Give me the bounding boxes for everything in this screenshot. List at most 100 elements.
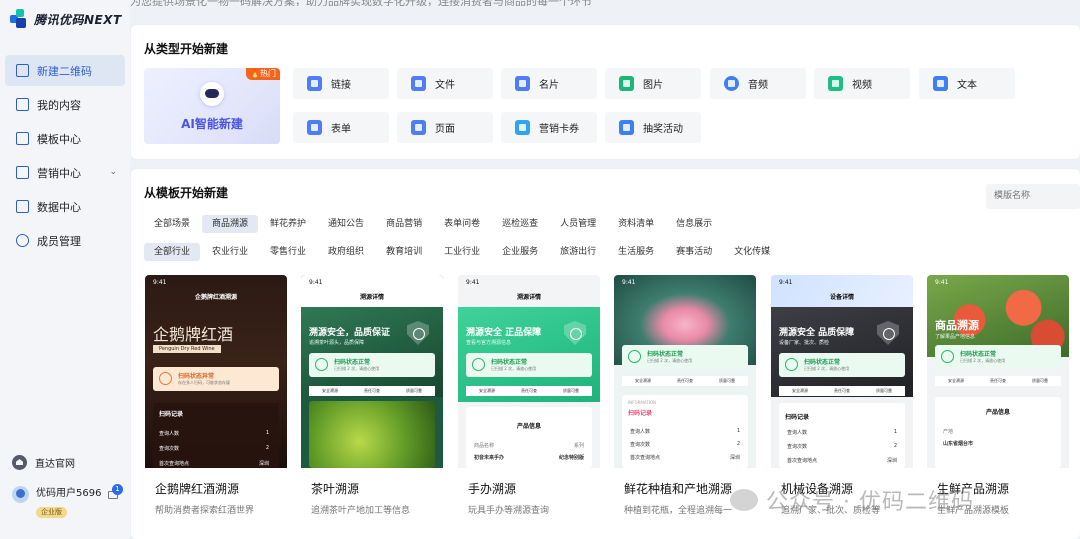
status-text: 扫码状态正常 [334,359,371,366]
template-card-figure[interactable]: 9:41 溯源详情 溯源安全 正品保障 查看与官方溯源信息 扫码状态正常 已扫描… [458,275,600,527]
record-row: 查询人数 1 [630,428,740,435]
template-info: 手办溯源 玩具手办等溯源查询 [458,468,600,527]
hero-subtitle: 了解果品产地信息 [935,334,976,340]
type-image-button[interactable]: 图片 [605,68,701,99]
scene-tab[interactable]: 全部场景 [144,215,200,233]
scene-tab[interactable]: 表单问卷 [434,215,490,233]
info-row: 商品名称 系列 [474,443,584,449]
scene-tab[interactable]: 资料清单 [608,215,664,233]
scene-tab[interactable]: 鲜花养护 [260,215,316,233]
industry-tab[interactable]: 文化传媒 [724,243,780,261]
sidebar-item-label: 数据中心 [37,200,81,214]
industry-tab[interactable]: 全部行业 [144,243,201,261]
industry-tab[interactable]: 零售行业 [260,243,316,261]
template-info: 鲜花种植和产地溯源 种植到花瓶，全程追溯每一 [614,468,756,527]
scene-tab[interactable]: 人员管理 [550,215,606,233]
template-desc: 生鲜产品溯源模板 [937,506,1010,516]
sidebar-item-marketing-center[interactable]: 营销中心 ⌄ [5,157,125,188]
industry-tab[interactable]: 生活服务 [608,243,664,261]
template-desc: 追溯厂家、批次、质检等 [781,506,881,516]
qrcode-grid-icon [16,64,29,77]
template-info: 茶叶溯源 追溯茶叶产地加工等信息 [301,468,443,527]
status-sub: 已扫描 2 次，请放心使用 [334,366,380,371]
hero-subtitle: 追溯茶叶源头，品质保障 [309,340,365,346]
template-desc: 玩具手办等溯源查询 [468,506,550,516]
page-icon [411,120,426,135]
industry-tab[interactable]: 企业服务 [492,243,548,261]
type-label: 表单 [331,124,351,135]
type-form-button[interactable]: 表单 [293,112,389,143]
logo-icon [10,9,30,29]
type-lottery-button[interactable]: 抽奖活动 [605,112,701,143]
template-info: 机械设备溯源 追溯厂家、批次、质检等 [771,468,913,527]
record-row: 查询次数 2 [630,441,740,448]
scene-tab[interactable]: 商品溯源 [202,215,259,233]
logo[interactable]: 腾讯优码NEXT [10,9,122,29]
create-from-type-panel: 从类型开始新建 🔥热门 AI智能新建 链接 文件 名片 图片 音频 视频 文本 … [131,25,1080,159]
hero-title: 商品溯源 [935,319,979,332]
industry-tab[interactable]: 教育培训 [376,243,432,261]
template-search-input[interactable] [986,184,1080,209]
status-box: 扫码状态正常 已扫描 2 次，请放心使用 [466,353,592,377]
status-text: 扫码状态正常 [804,359,841,366]
ai-create-card[interactable]: 🔥热门 AI智能新建 [144,68,280,144]
sidebar-item-new-qrcode[interactable]: 新建二维码 [5,55,125,86]
type-text-button[interactable]: 文本 [919,68,1015,99]
logo-text: 腾讯优码NEXT [34,12,122,27]
industry-tab[interactable]: 赛事活动 [666,243,722,261]
check-circle-icon [785,358,798,371]
scene-tab[interactable]: 信息展示 [666,215,722,233]
sidebar-item-member-management[interactable]: 成员管理 [5,225,125,256]
industry-tab[interactable]: 旅游出行 [550,243,606,261]
template-card-machinery[interactable]: 9:41 设备详情 溯源安全 品质保障 设备厂家、批次、质检 扫码状态正常 已扫… [771,275,913,527]
robot-icon [200,82,224,106]
check-row: 安全溯源 责任可查 质量可靠 [779,386,905,396]
record-row: 查询人数 1 [159,430,269,437]
link-icon [307,76,322,91]
info-row: 产地 [943,429,954,435]
phone-nav-title: 溯源详情 [301,289,443,307]
sidebar-item-data-center[interactable]: 数据中心 [5,191,125,222]
type-audio-button[interactable]: 音频 [710,68,806,99]
sidebar-item-template-center[interactable]: 模板中心 [5,123,125,154]
phone-time: 9:41 [301,275,443,289]
type-link-button[interactable]: 链接 [293,68,389,99]
sidebar-item-my-content[interactable]: 我的内容 [5,89,125,120]
file-icon [411,76,426,91]
template-preview: 9:41 企鹅牌红酒溯源 企鹅牌红酒 Penguin Dry Red Wine … [145,275,287,468]
industry-tab[interactable]: 政府组织 [318,243,374,261]
status-text: 扫码状态正常 [491,359,528,366]
type-video-button[interactable]: 视频 [814,68,910,99]
official-site-link[interactable]: 直达官网 [12,455,75,470]
type-label: 音频 [748,80,768,91]
scene-tab[interactable]: 商品营销 [376,215,432,233]
template-card-wine[interactable]: 9:41 企鹅牌红酒溯源 企鹅牌红酒 Penguin Dry Red Wine … [145,275,287,527]
template-card-flower[interactable]: 9:41 扫码状态正常 已扫描 2 次，请放心使用 安全溯源 责任可查 质量可靠 I… [614,275,756,527]
phone-time: 9:41 [466,279,480,286]
sidebar-item-label: 成员管理 [37,234,81,248]
type-coupon-button[interactable]: 营销卡券 [501,112,597,143]
industry-tab[interactable]: 农业行业 [202,243,258,261]
type-label: 名片 [539,80,559,91]
type-card-button[interactable]: 名片 [501,68,597,99]
gift-icon [619,120,634,135]
hero-title: 溯源安全，品质保证 [309,328,391,338]
template-preview: 9:41 溯源详情 溯源安全 正品保障 查看与官方溯源信息 扫码状态正常 已扫描… [458,275,600,468]
industry-tab[interactable]: 工业行业 [434,243,490,261]
user-profile[interactable]: 优码用户5696 企业版 [12,484,101,518]
user-name: 优码用户5696 [36,488,102,499]
status-text: 扫码状态正常 [647,351,684,358]
template-title: 茶叶溯源 [311,482,360,496]
chevron-down-icon: ⌄ [109,167,117,177]
template-title: 机械设备溯源 [781,482,854,496]
record-row: 查询次数 2 [159,445,269,452]
template-card-fresh[interactable]: 9:41 商品溯源 了解果品产地信息 扫码状态正常 已扫描 2 次，请放心使用 … [927,275,1069,527]
type-page-button[interactable]: 页面 [397,112,493,143]
type-label: 文件 [435,80,455,91]
scene-tab[interactable]: 通知公告 [318,215,374,233]
type-file-button[interactable]: 文件 [397,68,493,99]
template-card-tea[interactable]: 9:41 溯源详情 溯源安全，品质保证 追溯茶叶源头，品质保障 扫码状态正常 已… [301,275,443,527]
scene-tab[interactable]: 巡检巡查 [492,215,548,233]
top-notice: 为您提供场景化一物一码解决方案，助力品牌实现数字化升级，连接消费者与商品的每一个… [0,0,1080,6]
check-row: 安全溯源 责任可查 质量可靠 [309,386,435,396]
